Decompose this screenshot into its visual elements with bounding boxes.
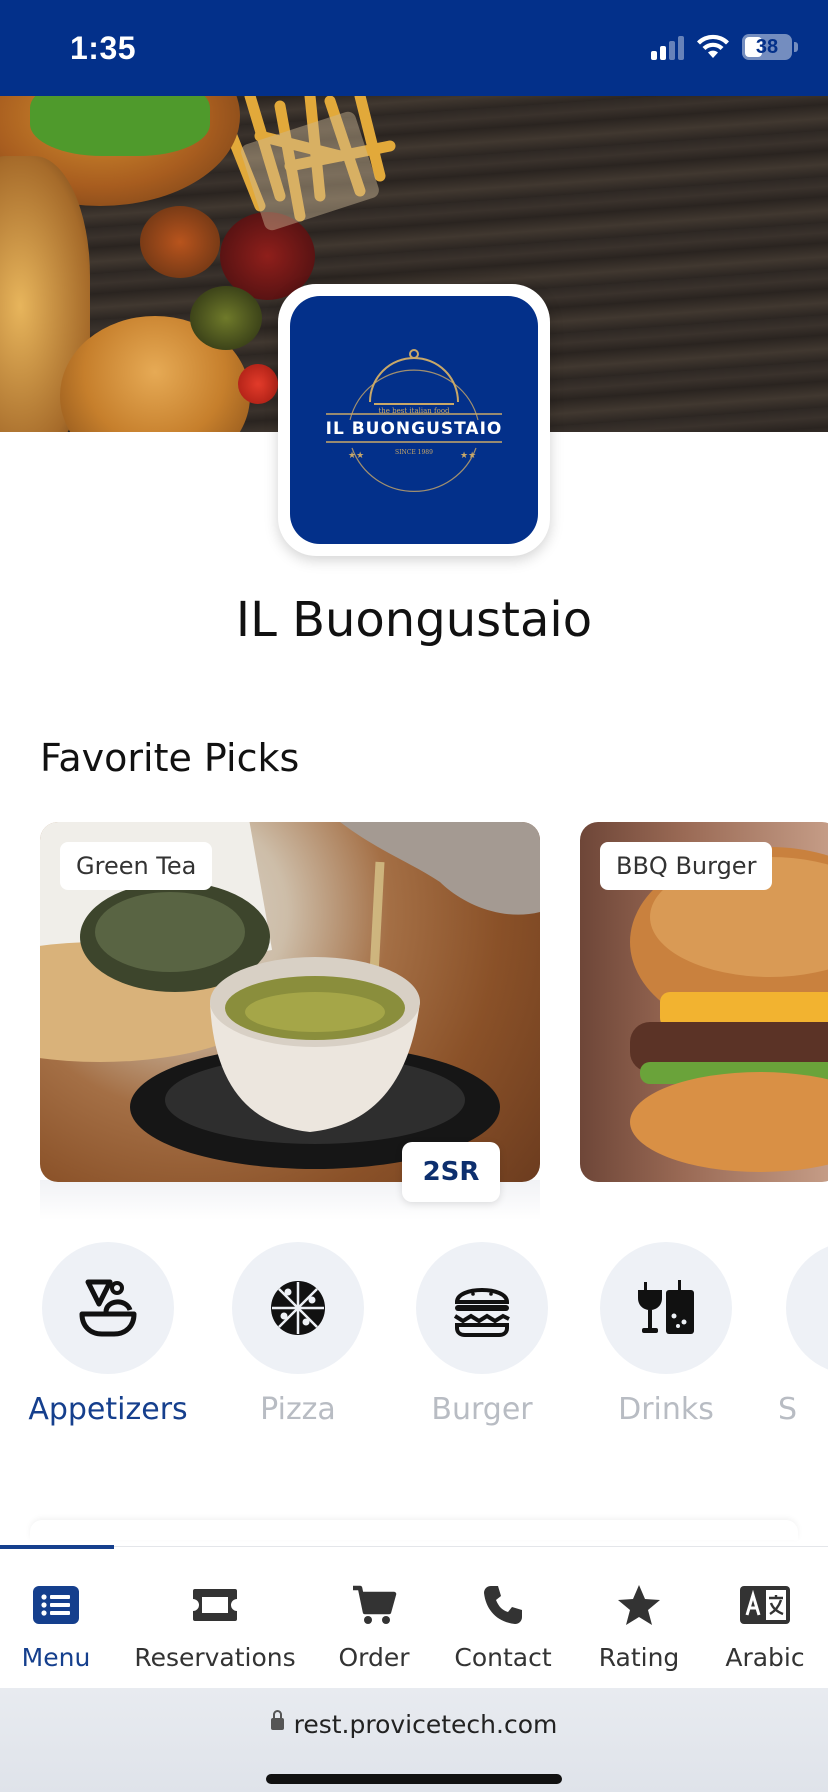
logo-tagline: the best italian food — [378, 407, 450, 415]
cart-icon — [353, 1585, 397, 1624]
drinks-icon — [638, 1280, 694, 1334]
status-bar: 1:35 38 — [0, 0, 828, 96]
appetizers-icon — [79, 1279, 137, 1337]
category-label: Pizza — [260, 1392, 336, 1427]
list-icon — [33, 1586, 79, 1624]
pick-label: Green Tea — [60, 842, 213, 890]
nav-order[interactable]: Order — [334, 1579, 414, 1672]
category-appetizers[interactable]: Appetizers — [18, 1242, 198, 1427]
burger-icon — [453, 1288, 510, 1337]
favorite-pick-card[interactable]: BBQ Burger — [580, 822, 828, 1182]
wifi-icon — [697, 34, 729, 58]
nav-reservations[interactable]: Reservations — [134, 1579, 296, 1672]
nav-rating[interactable]: Rating — [594, 1579, 684, 1672]
status-icons: 38 — [651, 34, 798, 60]
lock-icon — [270, 1710, 284, 1730]
bottom-nav: Menu Reservations Order Contact Rating A… — [0, 1545, 828, 1688]
logo-since: SINCE 1989 — [395, 449, 433, 456]
category-label: Drinks — [618, 1392, 714, 1427]
star-icon — [618, 1585, 660, 1625]
category-more[interactable]: S — [760, 1242, 828, 1442]
url-text: rest.provicetech.com — [293, 1710, 558, 1739]
phone-icon — [484, 1586, 522, 1624]
status-time: 1:35 — [70, 30, 137, 66]
battery-level: 38 — [755, 35, 779, 58]
category-burger[interactable]: Burger — [392, 1242, 572, 1427]
nav-contact[interactable]: Contact — [450, 1579, 556, 1672]
pizza-icon — [271, 1281, 325, 1335]
restaurant-logo: the best italian food IL BUONGUSTAIO SIN… — [278, 284, 550, 556]
category-label: Appetizers — [28, 1392, 188, 1427]
battery-icon: 38 — [742, 34, 792, 60]
translate-icon — [740, 1586, 790, 1624]
cellular-signal-icon — [651, 34, 684, 60]
home-indicator — [266, 1774, 562, 1784]
ticket-icon — [193, 1589, 237, 1621]
category-pizza[interactable]: Pizza — [208, 1242, 388, 1427]
active-tab-indicator — [0, 1545, 114, 1549]
category-label: Burger — [431, 1392, 533, 1427]
svg-text:★★: ★★ — [348, 451, 364, 461]
category-drinks[interactable]: Drinks — [576, 1242, 756, 1427]
nav-arabic[interactable]: Arabic — [718, 1579, 812, 1672]
nav-menu[interactable]: Menu — [16, 1579, 96, 1672]
pick-label: BBQ Burger — [600, 842, 773, 890]
category-label: S — [778, 1392, 798, 1427]
logo-title: IL BUONGUSTAIO — [326, 419, 503, 439]
favorite-picks-title: Favorite Picks — [40, 736, 300, 780]
restaurant-name: IL Buongustaio — [235, 592, 593, 648]
svg-text:★★: ★★ — [460, 451, 476, 461]
favorite-pick-card[interactable]: Green Tea — [40, 822, 540, 1182]
price-badge: 2SR — [402, 1142, 500, 1202]
